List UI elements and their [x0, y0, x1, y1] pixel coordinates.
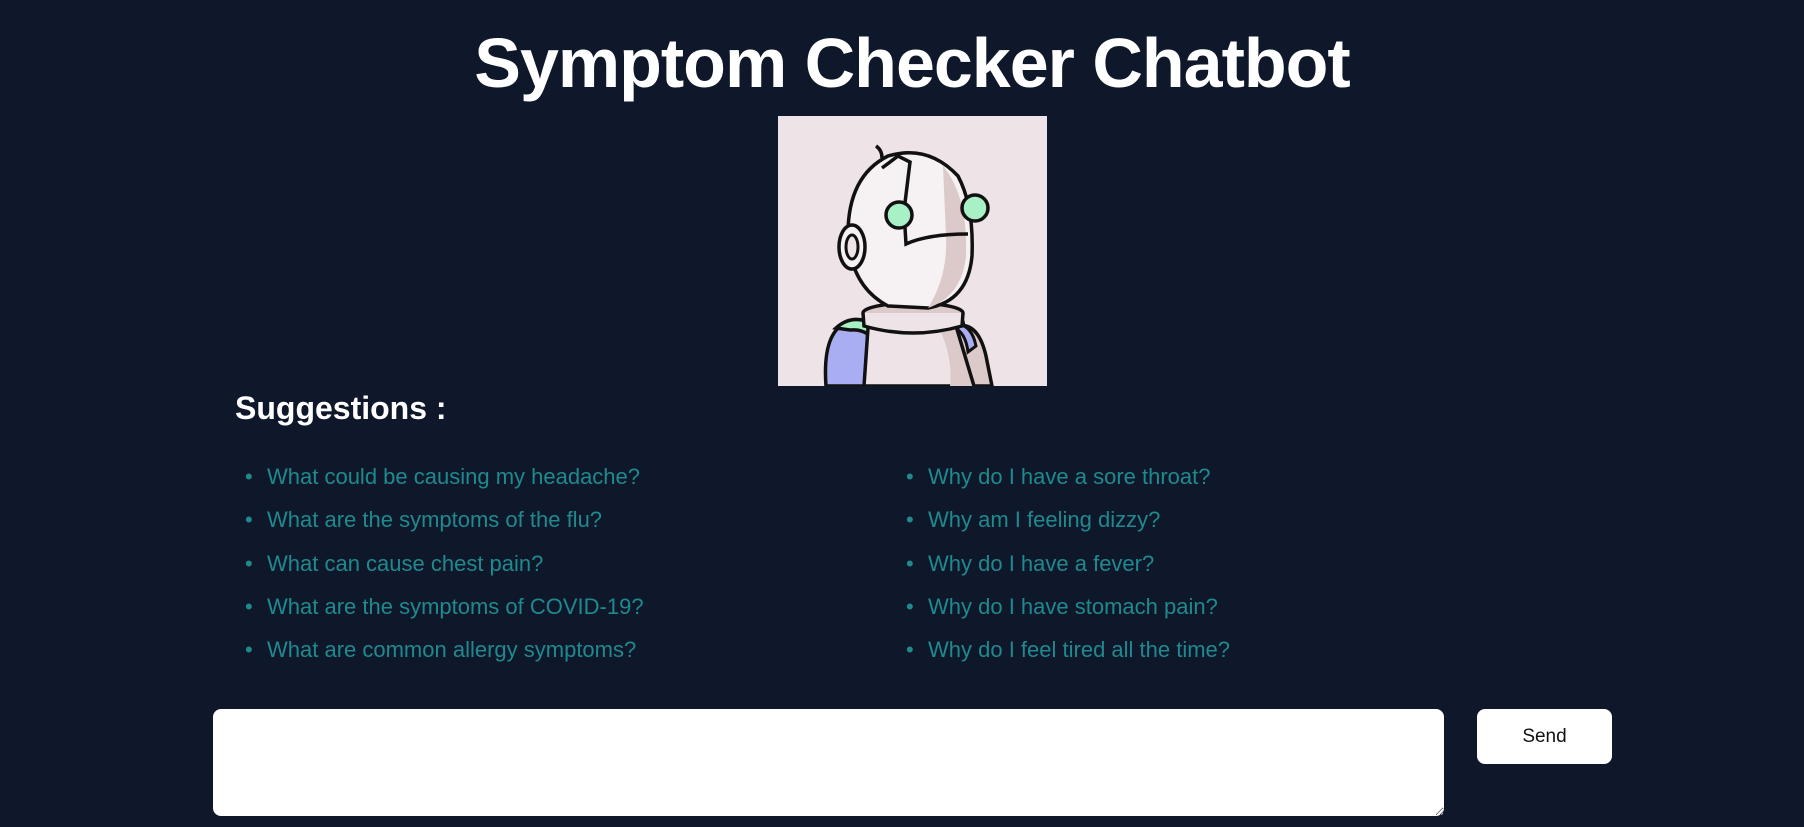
bullet-icon: • [245, 637, 253, 663]
bullet-icon: • [245, 593, 253, 619]
bullet-icon: • [245, 464, 253, 489]
suggestion-text[interactable]: What are the symptoms of COVID-19? [267, 594, 644, 619]
bullet-icon: • [245, 507, 253, 533]
suggestion-item[interactable]: • Why do I feel tired all the time? [906, 628, 1230, 671]
suggestion-item[interactable]: • Why do I have stomach pain? [906, 585, 1230, 628]
suggestion-item[interactable]: • What are common allergy symptoms? [245, 628, 644, 671]
bullet-icon: • [906, 507, 914, 533]
message-input[interactable] [213, 709, 1444, 816]
suggestion-item[interactable]: • Why am I feeling dizzy? [906, 498, 1230, 541]
suggestion-text[interactable]: Why do I have stomach pain? [928, 594, 1218, 619]
suggestion-item[interactable]: • What could be causing my headache? [245, 455, 644, 498]
suggestion-item[interactable]: • What can cause chest pain? [245, 542, 644, 585]
suggestion-text[interactable]: Why do I feel tired all the time? [928, 637, 1230, 662]
suggestion-text[interactable]: Why do I have a fever? [928, 551, 1154, 576]
suggestions-list-left: • What could be causing my headache? • Wha… [245, 455, 644, 671]
bullet-icon: • [906, 464, 914, 489]
suggestion-item[interactable]: • Why do I have a sore throat? [906, 455, 1230, 498]
suggestion-item[interactable]: • Why do I have a fever? [906, 542, 1230, 585]
robot-icon [823, 144, 994, 386]
suggestion-item[interactable]: • What are the symptoms of COVID-19? [245, 585, 644, 628]
page-title: Symptom Checker Chatbot [474, 24, 1350, 102]
bullet-icon: • [906, 593, 914, 619]
suggestion-text[interactable]: What could be causing my headache? [267, 464, 640, 489]
bullet-icon: • [906, 637, 914, 663]
bullet-icon: • [245, 550, 253, 576]
suggestion-text[interactable]: What can cause chest pain? [267, 551, 543, 576]
suggestion-text[interactable]: What are common allergy symptoms? [267, 637, 636, 662]
suggestions-list-right: • Why do I have a sore throat? • Why am I … [906, 455, 1230, 671]
suggestion-text[interactable]: Why do I have a sore throat? [928, 464, 1211, 489]
suggestion-item[interactable]: • What are the symptoms of the flu? [245, 498, 644, 541]
suggestion-text[interactable]: Why am I feeling dizzy? [928, 507, 1160, 532]
suggestion-text[interactable]: What are the symptoms of the flu? [267, 507, 602, 532]
send-button[interactable]: Send [1477, 709, 1612, 764]
suggestions-heading: Suggestions : [235, 390, 447, 426]
robot-avatar-image [778, 116, 1047, 386]
bullet-icon: • [906, 550, 914, 576]
